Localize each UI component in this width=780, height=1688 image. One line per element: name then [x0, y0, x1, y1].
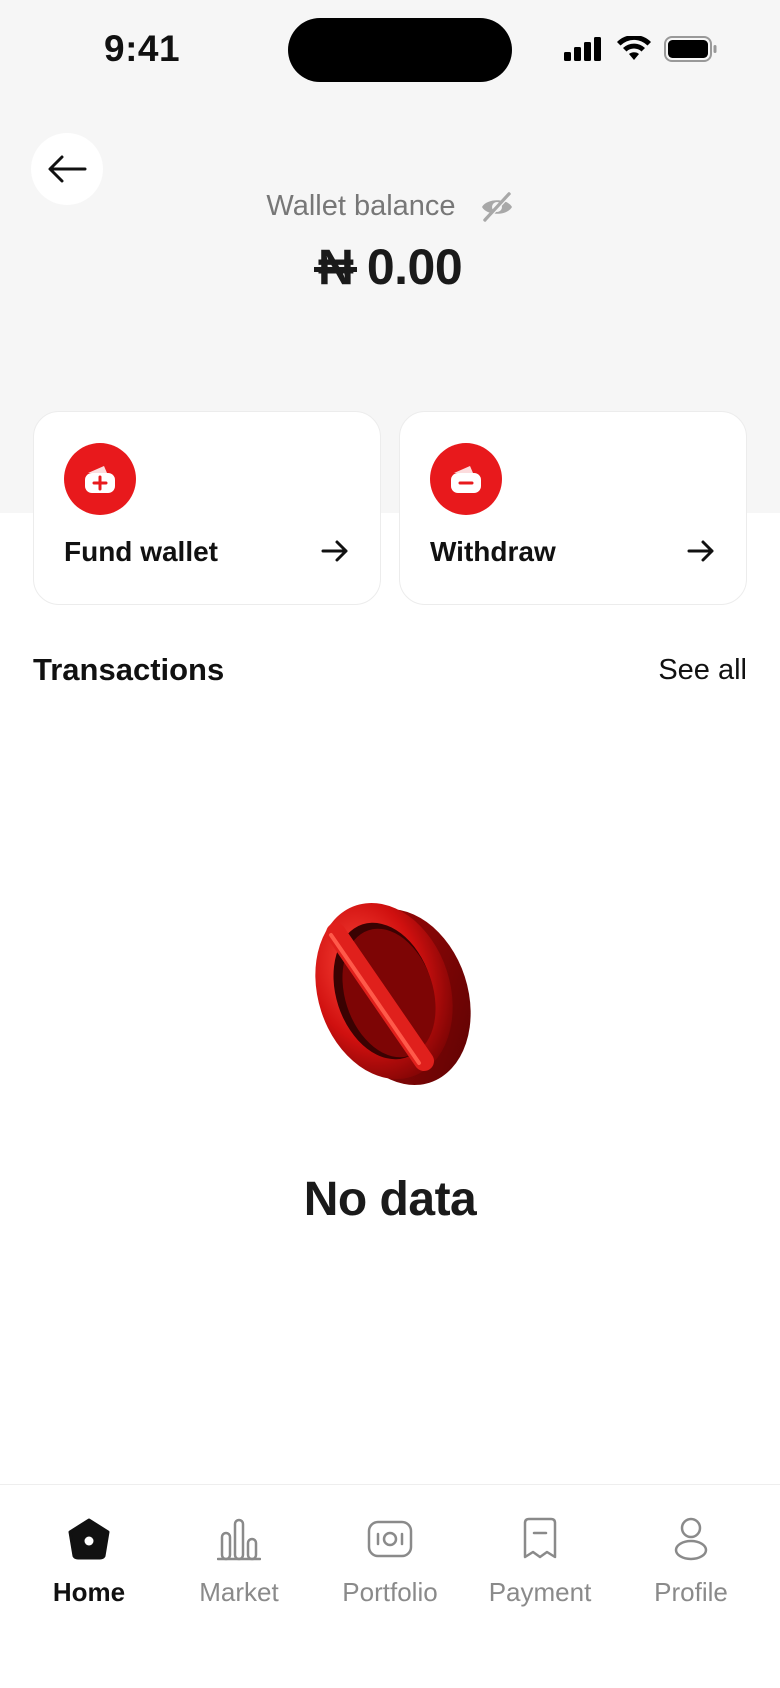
balance-label-row: Wallet balance — [0, 190, 780, 223]
wallet-minus-icon — [430, 443, 502, 515]
nav-label-profile: Profile — [654, 1577, 728, 1607]
transactions-title: Transactions — [33, 652, 225, 687]
market-icon — [215, 1515, 263, 1563]
nav-item-portfolio[interactable]: Portfolio — [315, 1515, 465, 1608]
wifi-icon — [617, 36, 651, 60]
fund-wallet-label: Fund wallet — [64, 536, 218, 567]
arrow-right-icon — [687, 540, 714, 562]
home-icon — [65, 1515, 113, 1563]
nav-label-portfolio: Portfolio — [342, 1577, 438, 1607]
empty-state-text: No data — [303, 1173, 477, 1226]
wallet-balance-label: Wallet balance — [266, 190, 456, 222]
nav-label-market: Market — [199, 1577, 279, 1607]
no-data-icon — [306, 893, 474, 1091]
nav-label-payment: Payment — [488, 1577, 592, 1607]
wallet-balance-amount: ₦ 0.00 — [0, 238, 780, 296]
payment-icon — [516, 1515, 564, 1563]
status-time: 9:41 — [104, 28, 181, 69]
see-all-link[interactable]: See all — [658, 654, 747, 687]
fund-wallet-card[interactable]: Fund wallet — [33, 411, 381, 605]
signal-icon — [564, 37, 601, 61]
withdraw-label: Withdraw — [430, 536, 556, 567]
nav-item-home[interactable]: Home — [14, 1515, 164, 1608]
balance-value: 0.00 — [366, 239, 463, 295]
arrow-right-icon — [321, 540, 348, 562]
withdraw-card[interactable]: Withdraw — [399, 411, 747, 605]
nav-item-profile[interactable]: Profile — [616, 1515, 766, 1608]
battery-icon — [664, 36, 717, 62]
status-icons — [564, 36, 718, 62]
wallet-plus-icon — [64, 443, 136, 515]
portfolio-icon — [366, 1515, 414, 1563]
arrow-left-icon — [48, 155, 87, 183]
bottom-navigation: Home Market Portfolio Payment Profile — [0, 1484, 780, 1688]
currency-symbol: ₦ — [313, 239, 358, 295]
nav-item-market[interactable]: Market — [164, 1515, 314, 1608]
dynamic-island — [288, 18, 512, 82]
eye-off-icon[interactable] — [480, 191, 514, 222]
nav-label-home: Home — [52, 1577, 126, 1607]
nav-item-payment[interactable]: Payment — [465, 1515, 615, 1608]
profile-icon — [667, 1515, 715, 1563]
